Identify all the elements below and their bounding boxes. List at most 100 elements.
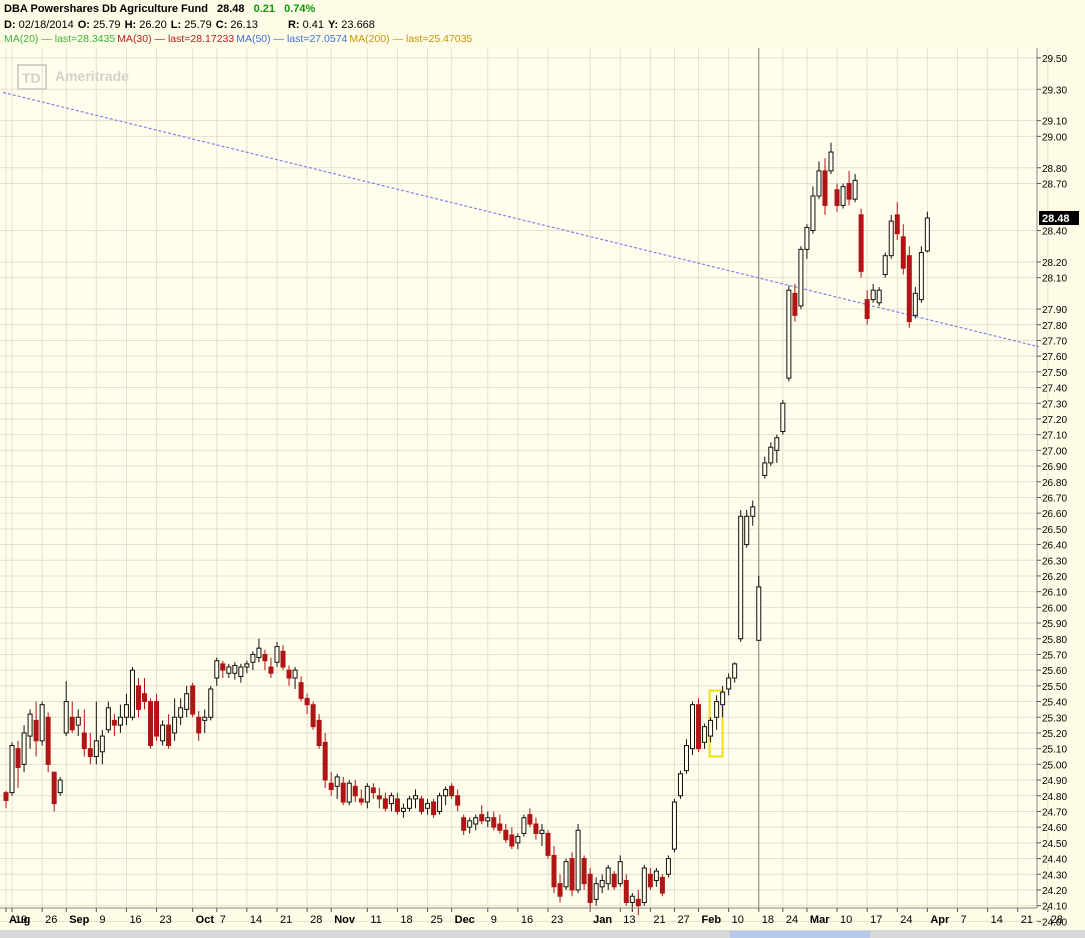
y-tick-label: 26.60 xyxy=(1042,509,1067,520)
candle-body xyxy=(756,586,762,641)
x-tick-label: 7 xyxy=(220,914,226,926)
y-tick-label: 27.80 xyxy=(1042,321,1067,332)
x-tick-label: 16 xyxy=(521,914,533,926)
candle-body xyxy=(93,740,99,757)
y-tick-label: 27.90 xyxy=(1042,305,1067,316)
y-tick-label: 29.50 xyxy=(1042,54,1067,65)
candle-body xyxy=(690,704,696,750)
candle-body xyxy=(846,182,852,200)
y-tick-label: 24.50 xyxy=(1042,839,1067,850)
candle-body xyxy=(358,798,364,803)
x-tick-label: Nov xyxy=(334,914,356,926)
svg-text:TD: TD xyxy=(22,70,41,86)
candle-body xyxy=(563,861,569,888)
candle-body xyxy=(780,402,786,433)
candle-body xyxy=(635,898,641,907)
y-tick-label: 25.00 xyxy=(1042,760,1067,771)
x-tick-label: 24 xyxy=(900,914,912,926)
y-tick-label: 25.80 xyxy=(1042,635,1067,646)
y-tick-label: 26.20 xyxy=(1042,572,1067,583)
candle-body xyxy=(912,292,918,316)
y-tick-label: 26.50 xyxy=(1042,525,1067,536)
y-tick-label: 26.40 xyxy=(1042,541,1067,552)
candle-body xyxy=(918,252,924,301)
candle-body xyxy=(894,214,900,235)
x-tick-label: Dec xyxy=(455,914,475,926)
x-tick-label: 18 xyxy=(400,914,412,926)
candle-body xyxy=(250,653,256,663)
candle-body xyxy=(744,515,750,546)
candle-body xyxy=(605,867,611,885)
y-tick-label: 25.20 xyxy=(1042,729,1067,740)
x-tick-label: 25 xyxy=(431,914,443,926)
x-tick-label: 18 xyxy=(762,914,774,926)
candle-body xyxy=(455,795,461,806)
candle-body xyxy=(87,748,93,758)
candle-body xyxy=(617,861,623,885)
y-tick-label: 27.60 xyxy=(1042,352,1067,363)
x-tick-label: 23 xyxy=(551,914,563,926)
x-tick-label: 26 xyxy=(45,914,57,926)
y-tick-label: 25.60 xyxy=(1042,666,1067,677)
candle-body xyxy=(828,151,834,172)
y-tick-label: 27.20 xyxy=(1042,415,1067,426)
y-tick-label: 24.40 xyxy=(1042,855,1067,866)
y-tick-label: 26.30 xyxy=(1042,556,1067,567)
candle-body xyxy=(641,867,647,904)
candle-body xyxy=(178,707,184,718)
candle-body xyxy=(69,716,75,731)
candle-body xyxy=(57,779,63,794)
x-tick-label: Mar xyxy=(810,914,830,926)
candle-body xyxy=(449,785,455,797)
candle-body xyxy=(412,795,418,800)
candle-body xyxy=(340,782,346,803)
candle-body xyxy=(732,663,738,679)
candle-body xyxy=(437,795,443,812)
y-tick-label: 29.10 xyxy=(1042,117,1067,128)
candle-body xyxy=(298,682,304,699)
x-tick-label: Sep xyxy=(69,914,89,926)
x-tick-label: 14 xyxy=(991,914,1003,926)
time-scrollbar[interactable] xyxy=(0,930,1085,938)
candle-body xyxy=(726,677,732,690)
candle-body xyxy=(575,829,581,891)
candle-body xyxy=(262,653,268,662)
candle-body xyxy=(888,220,894,257)
candle-body xyxy=(45,716,51,765)
candle-body xyxy=(400,807,406,812)
y-tick-label: 27.10 xyxy=(1042,431,1067,442)
candle-body xyxy=(196,716,202,734)
candle-body xyxy=(569,858,575,891)
candle-body xyxy=(33,719,39,742)
y-tick-label: 27.00 xyxy=(1042,446,1067,457)
candle-body xyxy=(274,646,280,663)
candle-body xyxy=(15,748,21,768)
candle-body xyxy=(557,883,563,897)
y-tick-label: 27.50 xyxy=(1042,368,1067,379)
candlestick-chart[interactable]: TDAmeritrade23.7023.8023.9024.0024.1024.… xyxy=(0,0,1085,938)
x-tick-label: 13 xyxy=(623,914,635,926)
y-tick-label: 29.30 xyxy=(1042,85,1067,96)
candle-body xyxy=(521,817,527,834)
candle-body xyxy=(51,771,57,805)
x-tick-label: 27 xyxy=(677,914,689,926)
candle-body xyxy=(419,798,425,812)
x-tick-label: Oct xyxy=(196,914,215,926)
y-tick-label: 28.80 xyxy=(1042,164,1067,175)
candle-body xyxy=(882,255,888,276)
candle-body xyxy=(738,515,744,640)
candle-body xyxy=(220,663,226,671)
candle-body xyxy=(388,795,394,805)
candle-body xyxy=(75,716,81,726)
candle-body xyxy=(190,685,196,715)
y-tick-label: 29.00 xyxy=(1042,132,1067,143)
scrollbar-thumb[interactable] xyxy=(730,931,870,938)
x-tick-label: 9 xyxy=(491,914,497,926)
svg-text:Ameritrade: Ameritrade xyxy=(55,68,129,84)
candle-body xyxy=(328,782,334,790)
candle-body xyxy=(545,832,551,856)
x-tick-label: 7 xyxy=(960,914,966,926)
y-tick-label: 24.80 xyxy=(1042,792,1067,803)
candle-body xyxy=(822,170,828,206)
candle-body xyxy=(232,664,238,674)
